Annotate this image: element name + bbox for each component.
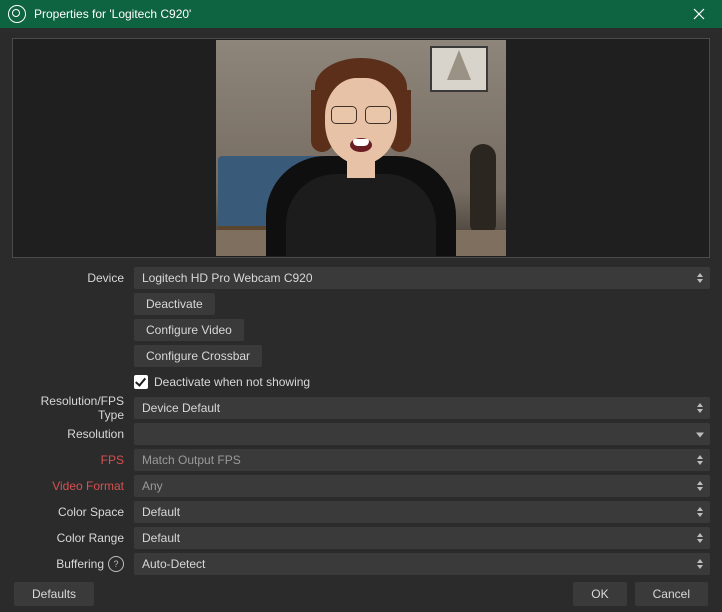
cancel-button[interactable]: Cancel — [635, 582, 708, 606]
spinner-icon[interactable] — [694, 269, 706, 287]
preview-panel — [12, 38, 710, 258]
deactivate-button[interactable]: Deactivate — [134, 293, 215, 315]
resolution-fps-type-label: Resolution/FPS Type — [12, 394, 128, 422]
resolution-select[interactable] — [134, 423, 710, 445]
device-value: Logitech HD Pro Webcam C920 — [142, 271, 313, 285]
color-space-label: Color Space — [12, 505, 128, 519]
deactivate-when-not-showing-checkbox[interactable] — [134, 375, 148, 389]
spinner-icon[interactable] — [694, 529, 706, 547]
close-icon — [693, 8, 705, 20]
configure-video-button[interactable]: Configure Video — [134, 319, 244, 341]
buffering-select[interactable]: Auto-Detect — [134, 553, 710, 575]
ok-button[interactable]: OK — [573, 582, 626, 606]
device-select[interactable]: Logitech HD Pro Webcam C920 — [134, 267, 710, 289]
video-format-label: Video Format — [12, 479, 128, 493]
preview-person — [271, 86, 451, 256]
spinner-icon[interactable] — [694, 451, 706, 469]
window-title: Properties for 'Logitech C920' — [34, 7, 676, 21]
color-range-label: Color Range — [12, 531, 128, 545]
buffering-label: Buffering — [56, 557, 104, 571]
obs-logo-icon — [8, 5, 26, 23]
dialog-footer: Defaults OK Cancel — [0, 576, 722, 612]
resolution-label: Resolution — [12, 427, 128, 441]
close-button[interactable] — [676, 0, 722, 28]
dialog-body: Device Logitech HD Pro Webcam C920 Deact… — [0, 28, 722, 612]
color-space-select[interactable]: Default — [134, 501, 710, 523]
fps-label: FPS — [12, 453, 128, 467]
defaults-button[interactable]: Defaults — [14, 582, 94, 606]
chevron-down-icon[interactable] — [696, 433, 704, 438]
properties-form: Device Logitech HD Pro Webcam C920 Deact… — [12, 266, 710, 576]
spinner-icon[interactable] — [694, 503, 706, 521]
color-range-select[interactable]: Default — [134, 527, 710, 549]
spinner-icon[interactable] — [694, 399, 706, 417]
resolution-fps-type-select[interactable]: Device Default — [134, 397, 710, 419]
configure-crossbar-button[interactable]: Configure Crossbar — [134, 345, 262, 367]
video-format-select[interactable]: Any — [134, 475, 710, 497]
help-icon[interactable]: ? — [108, 556, 124, 572]
spinner-icon[interactable] — [694, 555, 706, 573]
fps-select[interactable]: Match Output FPS — [134, 449, 710, 471]
spinner-icon[interactable] — [694, 477, 706, 495]
properties-dialog: Properties for 'Logitech C920' — [0, 0, 722, 612]
device-label: Device — [12, 271, 128, 285]
webcam-preview — [216, 40, 506, 256]
titlebar: Properties for 'Logitech C920' — [0, 0, 722, 28]
deactivate-when-not-showing-label: Deactivate when not showing — [154, 375, 310, 389]
